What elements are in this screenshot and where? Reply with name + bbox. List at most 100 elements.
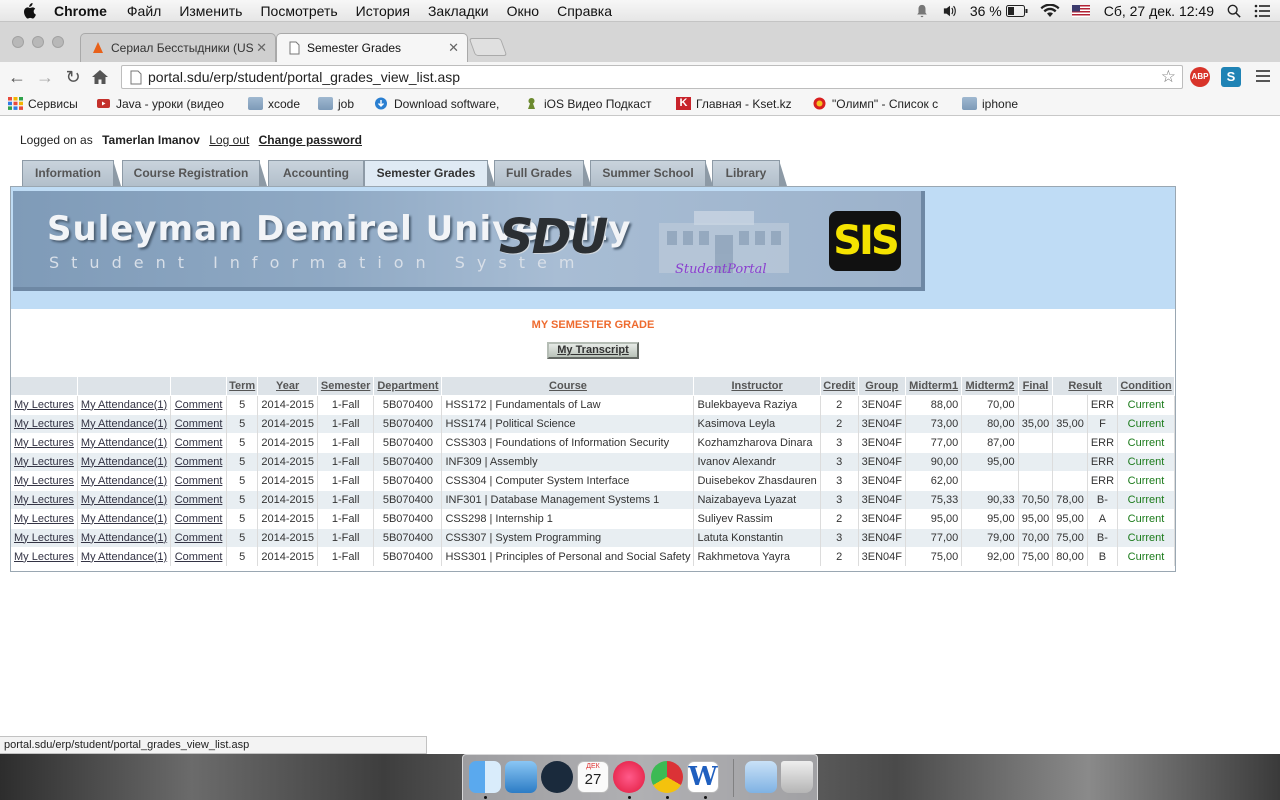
reload-icon[interactable]: ↻ <box>62 66 84 88</box>
comment-link[interactable]: Comment <box>175 437 223 449</box>
my-attendance-link[interactable]: My Attendance(1) <box>81 437 167 449</box>
itunes-icon[interactable] <box>613 761 645 793</box>
bookmark-star-icon[interactable]: ☆ <box>1161 67 1176 87</box>
my-attendance-link[interactable]: My Attendance(1) <box>81 551 167 563</box>
menu-edit[interactable]: Изменить <box>179 3 242 19</box>
bookmark-folder-iphone[interactable]: iphone <box>962 96 1032 112</box>
browser-tab-semester-grades[interactable]: Semester Grades ✕ <box>276 33 468 63</box>
trash-icon[interactable] <box>781 761 813 793</box>
comment-link[interactable]: Comment <box>175 475 223 487</box>
column-header-department[interactable]: Department <box>373 377 443 395</box>
comment-link[interactable]: Comment <box>175 513 223 525</box>
my-transcript-button[interactable]: My Transcript <box>547 342 639 359</box>
new-tab-button[interactable] <box>468 38 508 56</box>
column-header-credit[interactable]: Credit <box>820 377 859 395</box>
input-source-us-flag-icon[interactable] <box>1071 5 1090 17</box>
my-lectures-link[interactable]: My Lectures <box>14 399 74 411</box>
column-header-semester[interactable]: Semester <box>317 377 375 395</box>
my-lectures-link[interactable]: My Lectures <box>14 437 74 449</box>
my-lectures-link[interactable]: My Lectures <box>14 456 74 468</box>
column-header-result[interactable]: Result <box>1052 377 1119 395</box>
column-header-final[interactable]: Final <box>1018 377 1054 395</box>
my-attendance-link[interactable]: My Attendance(1) <box>81 475 167 487</box>
my-lectures-link[interactable]: My Lectures <box>14 513 74 525</box>
browser-tab-serial[interactable]: Сериал Бесстыдники (US ✕ <box>80 33 276 62</box>
menu-help[interactable]: Справка <box>557 3 612 19</box>
my-lectures-link[interactable]: My Lectures <box>14 494 74 506</box>
menu-window[interactable]: Окно <box>507 3 540 19</box>
home-icon[interactable] <box>91 69 109 85</box>
menu-view[interactable]: Посмотреть <box>260 3 337 19</box>
column-header-group[interactable]: Group <box>858 377 906 395</box>
column-header-instructor[interactable]: Instructor <box>693 377 821 395</box>
apple-menu-icon[interactable] <box>20 2 38 19</box>
address-bar-url[interactable]: portal.sdu/erp/student/portal_grades_vie… <box>148 69 460 85</box>
bookmark-folder-xcode[interactable]: xcode <box>248 96 308 112</box>
comment-link[interactable]: Comment <box>175 456 223 468</box>
forward-arrow-icon[interactable]: → <box>34 66 56 88</box>
calendar-icon[interactable]: ДЕК 27 <box>577 761 609 793</box>
tab-course-registration[interactable]: Course Registration <box>122 160 267 186</box>
xcode-icon[interactable] <box>505 761 537 793</box>
bookmark-folder-job[interactable]: job <box>318 96 364 112</box>
my-attendance-link[interactable]: My Attendance(1) <box>81 399 167 411</box>
spotlight-search-icon[interactable] <box>1226 4 1242 18</box>
wifi-icon[interactable] <box>1040 4 1060 18</box>
menubar-clock[interactable]: Сб, 27 дек. 12:49 <box>1104 3 1214 19</box>
my-lectures-link[interactable]: My Lectures <box>14 532 74 544</box>
extension-s-icon[interactable]: S <box>1221 67 1241 87</box>
my-attendance-link[interactable]: My Attendance(1) <box>81 418 167 430</box>
adblock-plus-icon[interactable]: ABP <box>1190 67 1210 87</box>
column-header-midterm2[interactable]: Midterm2 <box>961 377 1019 395</box>
bookmark-ios-video-podcast[interactable]: iOS Видео Подкаст <box>524 96 660 112</box>
notification-center-icon[interactable] <box>1254 4 1270 18</box>
window-minimize-button[interactable] <box>32 36 44 48</box>
address-bar[interactable]: portal.sdu/erp/student/portal_grades_vie… <box>121 65 1183 89</box>
my-attendance-link[interactable]: My Attendance(1) <box>81 513 167 525</box>
column-header-condition[interactable]: Condition <box>1117 377 1175 395</box>
bookmark-java[interactable]: Java - уроки (видео <box>96 96 232 112</box>
tab-accounting[interactable]: Accounting <box>268 160 371 186</box>
menu-app-chrome[interactable]: Chrome <box>54 3 107 19</box>
column-header-midterm1[interactable]: Midterm1 <box>905 377 963 395</box>
my-lectures-link[interactable]: My Lectures <box>14 551 74 563</box>
steam-icon[interactable] <box>541 761 573 793</box>
tab-close-icon[interactable]: ✕ <box>256 34 267 62</box>
my-attendance-link[interactable]: My Attendance(1) <box>81 456 167 468</box>
chrome-menu-icon[interactable] <box>1256 70 1270 84</box>
downloads-folder-icon[interactable] <box>745 761 777 793</box>
tab-full-grades[interactable]: Full Grades <box>494 160 591 186</box>
comment-link[interactable]: Comment <box>175 532 223 544</box>
notification-bell-icon[interactable] <box>914 4 930 18</box>
menu-bookmarks[interactable]: Закладки <box>428 3 489 19</box>
menu-history[interactable]: История <box>356 3 410 19</box>
tab-close-icon[interactable]: ✕ <box>448 34 459 62</box>
battery-icon[interactable] <box>1005 4 1028 18</box>
tab-library[interactable]: Library <box>712 160 787 186</box>
volume-icon[interactable] <box>942 4 958 18</box>
logout-link[interactable]: Log out <box>209 133 249 147</box>
my-lectures-link[interactable]: My Lectures <box>14 475 74 487</box>
column-header-term[interactable]: Term <box>226 377 259 395</box>
window-zoom-button[interactable] <box>52 36 64 48</box>
back-arrow-icon[interactable]: ← <box>6 66 28 88</box>
bookmark-download-software[interactable]: Download software, <box>374 96 510 112</box>
my-lectures-link[interactable]: My Lectures <box>14 418 74 430</box>
comment-link[interactable]: Comment <box>175 551 223 563</box>
window-close-button[interactable] <box>12 36 24 48</box>
comment-link[interactable]: Comment <box>175 399 223 411</box>
tab-information[interactable]: Information <box>22 160 121 186</box>
tab-semester-grades[interactable]: Semester Grades <box>364 160 495 187</box>
comment-link[interactable]: Comment <box>175 418 223 430</box>
tab-summer-school[interactable]: Summer School <box>590 160 713 186</box>
my-attendance-link[interactable]: My Attendance(1) <box>81 532 167 544</box>
bookmark-apps[interactable]: Сервисы <box>8 96 88 112</box>
column-header-year[interactable]: Year <box>257 377 318 395</box>
my-attendance-link[interactable]: My Attendance(1) <box>81 494 167 506</box>
chrome-icon[interactable] <box>651 761 683 793</box>
finder-icon[interactable] <box>469 761 501 793</box>
column-header-course[interactable]: Course <box>441 377 695 395</box>
word-icon[interactable]: W <box>687 761 719 793</box>
menu-file[interactable]: Файл <box>127 3 161 19</box>
bookmark-olimp[interactable]: "Олимп" - Список с <box>812 96 948 112</box>
